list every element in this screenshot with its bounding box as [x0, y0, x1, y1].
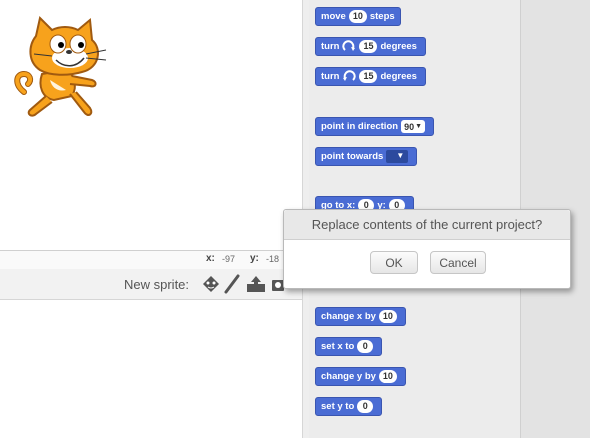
steps-input[interactable]: 10	[348, 10, 367, 23]
move-steps-block[interactable]: move 10 steps	[315, 7, 401, 26]
ok-button[interactable]: OK	[370, 251, 418, 274]
block-label: set x to	[321, 341, 355, 352]
block-label: point towards	[321, 151, 384, 162]
y-label: y:	[250, 253, 259, 264]
camera-icon[interactable]	[270, 274, 284, 294]
sprite-list-area[interactable]	[0, 300, 302, 438]
direction-value: 90	[404, 121, 415, 132]
replace-project-dialog: Replace contents of the current project?…	[283, 209, 571, 289]
turn-right-block[interactable]: turn 15 degrees	[315, 37, 426, 56]
change-x-block[interactable]: change x by 10	[315, 307, 406, 326]
block-label: steps	[369, 11, 395, 22]
change-y-input[interactable]: 10	[378, 370, 397, 383]
degrees-input[interactable]: 15	[359, 70, 378, 83]
cancel-button[interactable]: Cancel	[430, 251, 486, 274]
set-x-input[interactable]: 0	[357, 340, 374, 353]
turn-left-block[interactable]: turn 15 degrees	[315, 67, 426, 86]
change-y-block[interactable]: change y by 10	[315, 367, 406, 386]
block-label: point in direction	[321, 121, 399, 132]
y-value: -18	[266, 254, 280, 264]
point-towards-block[interactable]: point towards ▼	[315, 147, 418, 166]
dialog-title: Replace contents of the current project?	[284, 210, 570, 240]
new-sprite-label: New sprite:	[124, 277, 190, 292]
cat-sprite-icon[interactable]	[12, 14, 112, 120]
rotate-cw-icon	[342, 40, 356, 51]
x-value: -97	[222, 254, 236, 264]
set-y-block[interactable]: set y to 0	[315, 397, 383, 416]
set-y-input[interactable]: 0	[357, 400, 374, 413]
upload-sprite-icon[interactable]	[245, 274, 267, 294]
sprite-library-icon[interactable]	[200, 274, 222, 294]
block-label: degrees	[380, 41, 417, 52]
x-label: x:	[206, 253, 215, 264]
chevron-down-icon: ▼	[396, 151, 405, 160]
chevron-down-icon: ▼	[415, 123, 423, 130]
block-label: move	[321, 11, 346, 22]
change-x-input[interactable]: 10	[378, 310, 397, 323]
set-x-block[interactable]: set x to 0	[315, 337, 383, 356]
new-sprite-bar: New sprite:	[0, 269, 302, 300]
block-label: change y by	[321, 371, 376, 382]
block-label: turn	[321, 71, 340, 82]
towards-dropdown[interactable]: ▼	[386, 150, 409, 163]
stage[interactable]	[0, 0, 302, 250]
rotate-ccw-icon	[343, 70, 357, 81]
block-label: degrees	[380, 71, 417, 82]
block-label: set y to	[321, 401, 355, 412]
direction-dropdown[interactable]: 90 ▼	[401, 120, 426, 133]
block-label: turn	[321, 41, 340, 52]
block-label: change x by	[321, 311, 376, 322]
degrees-input[interactable]: 15	[359, 40, 378, 53]
stage-info-bar: x: -97 y: -18	[0, 250, 302, 270]
paint-brush-icon[interactable]	[222, 274, 244, 294]
point-in-direction-block[interactable]: point in direction 90 ▼	[315, 117, 435, 136]
